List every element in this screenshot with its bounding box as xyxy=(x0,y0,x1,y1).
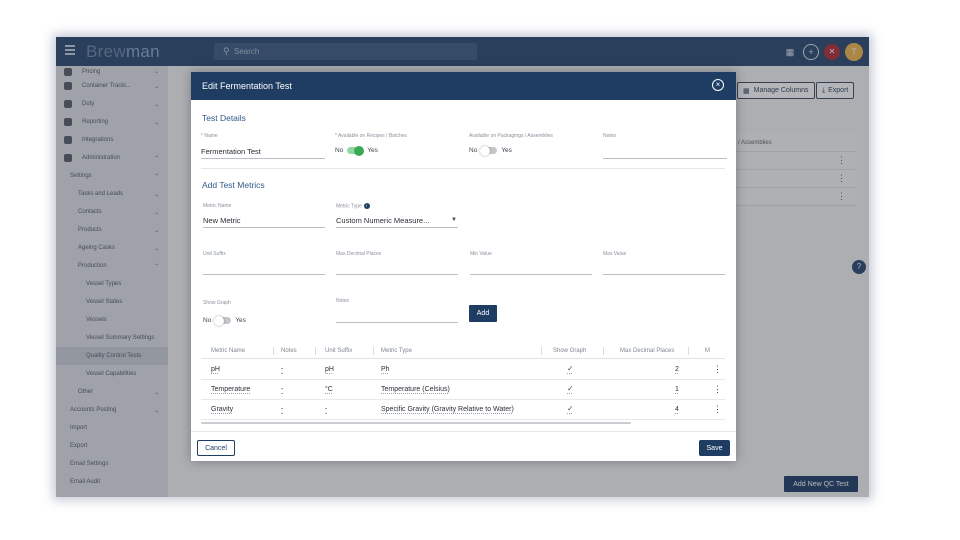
cell-metric-type[interactable]: Specific Gravity (Gravity Relative to Wa… xyxy=(381,406,514,413)
header-unit-suffix[interactable]: Unit Suffix xyxy=(325,348,352,354)
table-row[interactable]: pH - pH Ph ✓ 2 ⋮ xyxy=(201,360,725,380)
column-separator xyxy=(315,347,316,355)
min-value-label: Min Value xyxy=(470,251,492,257)
name-value: Fermentation Test xyxy=(201,147,261,156)
column-separator xyxy=(273,347,274,355)
cell-notes[interactable]: - xyxy=(281,366,283,373)
show-graph-toggle[interactable]: No Yes xyxy=(203,315,246,326)
toggle-yes-label: Yes xyxy=(235,317,246,324)
header-notes[interactable]: Notes xyxy=(281,348,297,354)
max-value-field[interactable] xyxy=(603,274,725,275)
metric-name-field[interactable] xyxy=(203,227,325,228)
name-field[interactable] xyxy=(201,158,325,159)
notes-field[interactable] xyxy=(603,158,727,159)
kebab-menu-icon[interactable]: ⋮ xyxy=(713,364,722,375)
max-decimal-label: Max Decimal Places xyxy=(336,251,382,257)
unit-suffix-label: Unit Suffix xyxy=(203,251,226,257)
show-graph-label: Show Graph xyxy=(203,300,231,306)
toggle-switch[interactable] xyxy=(480,145,498,156)
toggle-yes-label: Yes xyxy=(501,147,512,154)
toggle-no-label: No xyxy=(335,147,344,154)
toggle-no-label: No xyxy=(469,147,478,154)
column-separator xyxy=(688,347,689,355)
metric-type-value: Custom Numeric Measure... xyxy=(336,216,430,225)
cell-unit-suffix[interactable]: pH xyxy=(325,366,334,373)
cell-max-decimal[interactable]: 4 xyxy=(675,406,679,413)
cell-unit-suffix[interactable]: - xyxy=(325,406,327,413)
app-window: Brewman ⚲ Search ▦ + ✕ T Pricing ⌄ Contai… xyxy=(56,37,869,497)
add-metric-button[interactable]: Add xyxy=(469,305,497,322)
toggle-switch[interactable] xyxy=(214,315,232,326)
min-value-field[interactable] xyxy=(470,274,592,275)
metric-name-value: New Metric xyxy=(203,216,241,225)
max-value-label: Max Value xyxy=(603,251,627,257)
check-icon[interactable]: ✓ xyxy=(567,404,574,413)
cell-metric-name[interactable]: Gravity xyxy=(211,406,233,413)
toggle-knob xyxy=(354,145,365,156)
cell-metric-type[interactable]: Temperature (Celsius) xyxy=(381,386,450,393)
metric-notes-field[interactable] xyxy=(336,322,458,323)
kebab-menu-icon[interactable]: ⋮ xyxy=(713,404,722,415)
notes-label: Notes xyxy=(603,133,617,139)
table-row[interactable]: Temperature - °C Temperature (Celsius) ✓… xyxy=(201,380,725,400)
modal-header: Edit Fermentation Test × xyxy=(191,72,736,100)
column-separator xyxy=(373,347,374,355)
cancel-button[interactable]: Cancel xyxy=(197,440,235,456)
packagings-label: Available on Packagings / Assemblies xyxy=(469,133,553,139)
name-label: * Name xyxy=(201,133,218,139)
toggle-no-label: No xyxy=(203,317,212,324)
table-row[interactable]: Gravity - - Specific Gravity (Gravity Re… xyxy=(201,400,725,420)
metric-name-label: Metric Name xyxy=(203,203,232,209)
metric-type-select[interactable] xyxy=(336,227,458,228)
toggle-switch[interactable] xyxy=(347,145,365,156)
header-show-graph[interactable]: Show Graph xyxy=(553,348,586,354)
cell-metric-name[interactable]: pH xyxy=(211,366,220,373)
toggle-knob xyxy=(480,145,491,156)
metric-type-label: Metric Type xyxy=(336,203,362,210)
header-m[interactable]: M xyxy=(705,348,710,354)
max-decimal-field[interactable] xyxy=(336,274,458,275)
cell-metric-type[interactable]: Ph xyxy=(381,366,390,373)
cell-metric-name[interactable]: Temperature xyxy=(211,386,250,393)
add-metrics-title: Add Test Metrics xyxy=(202,180,265,190)
recipes-toggle[interactable]: No Yes xyxy=(335,145,378,156)
recipes-label: * Available on Recipes / Batches xyxy=(335,133,407,139)
column-separator xyxy=(541,347,542,355)
table-header: Metric Name Notes Unit Suffix Metric Typ… xyxy=(201,342,725,359)
dropdown-arrow-icon[interactable]: ▼ xyxy=(451,217,457,223)
header-max-decimal[interactable]: Max Decimal Places xyxy=(620,348,674,354)
column-separator xyxy=(603,347,604,355)
header-metric-type[interactable]: Metric Type xyxy=(381,348,412,354)
cell-notes[interactable]: - xyxy=(281,386,283,393)
toggle-yes-label: Yes xyxy=(367,147,378,154)
packagings-toggle[interactable]: No Yes xyxy=(469,145,512,156)
header-metric-name[interactable]: Metric Name xyxy=(211,348,245,354)
save-button[interactable]: Save xyxy=(699,440,730,456)
horizontal-scrollbar[interactable] xyxy=(201,422,631,424)
close-icon[interactable]: × xyxy=(712,79,724,91)
check-icon[interactable]: ✓ xyxy=(567,364,574,373)
footer-divider xyxy=(191,431,736,432)
section-divider xyxy=(201,168,725,169)
metrics-table: Metric Name Notes Unit Suffix Metric Typ… xyxy=(201,342,725,426)
metric-notes-label: Notes xyxy=(336,298,350,304)
edit-test-modal: Edit Fermentation Test × Test Details * … xyxy=(191,72,736,461)
metric-type-label-wrap: Metric Type i xyxy=(336,203,370,209)
kebab-menu-icon[interactable]: ⋮ xyxy=(713,384,722,395)
modal-title: Edit Fermentation Test xyxy=(202,81,292,91)
toggle-knob xyxy=(214,315,225,326)
cell-max-decimal[interactable]: 1 xyxy=(675,386,679,393)
test-details-title: Test Details xyxy=(202,113,246,123)
cell-notes[interactable]: - xyxy=(281,406,283,413)
check-icon[interactable]: ✓ xyxy=(567,384,574,393)
info-icon[interactable]: i xyxy=(363,203,370,209)
cell-unit-suffix[interactable]: °C xyxy=(325,386,333,393)
unit-suffix-field[interactable] xyxy=(203,274,325,275)
cell-max-decimal[interactable]: 2 xyxy=(675,366,679,373)
